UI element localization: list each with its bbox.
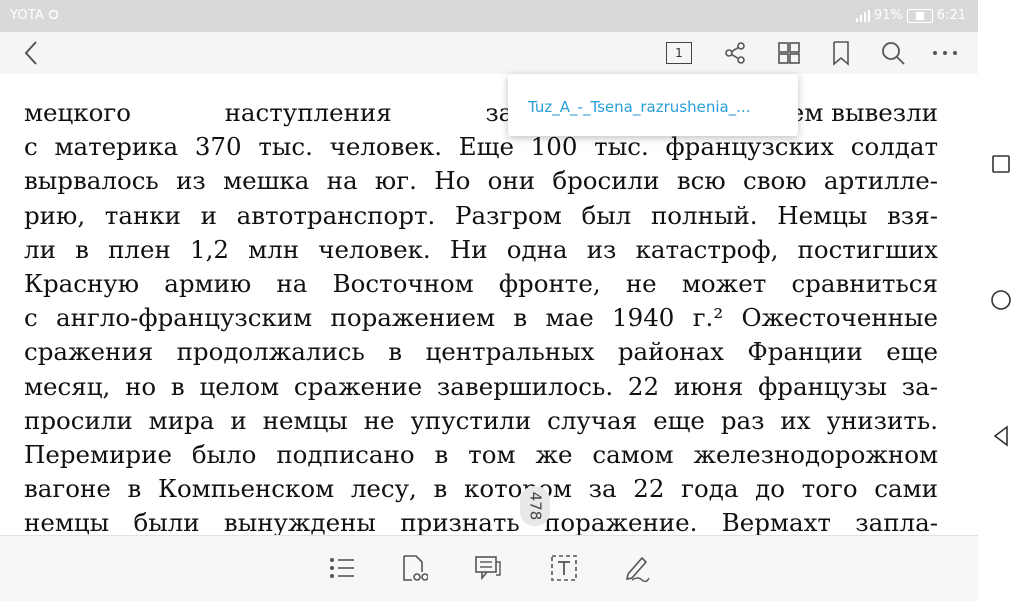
sync-icon [49,9,59,20]
text-line: с материка 370 тыс. человек. Еще 100 тыс… [24,132,938,162]
text-line: рию, танки и автотранспорт. Разгром был … [24,200,938,230]
page-number: 478 [525,491,544,521]
text-line: немцы были вынуждены признать поражение.… [24,508,938,535]
text-line: просили мира и немцы не упустили случая … [24,405,938,435]
page-indicator: 1 [666,42,692,64]
text-line: с англо-французским поражением в мае 194… [24,303,938,333]
text-line: Перемирие было подписано в том же самом … [24,440,938,470]
top-toolbar: 1 [0,32,978,74]
comment-icon[interactable] [472,552,504,584]
text-line: вырвалось из мешка на юг. Но они бросили… [24,166,938,196]
text-line: сражения продолжались в центральных райо… [24,337,938,367]
filename-popup[interactable]: Tuz_A_-_Tsena_razrushenia_... [508,74,798,136]
text-line: мецкого наступления за две неде м вывезл… [24,96,938,130]
carrier-label: YOTA [10,8,59,23]
system-nav-bar [978,0,1024,600]
text-line-tail: м вывезли [804,98,938,127]
document-icon[interactable] [398,552,430,584]
text-icon[interactable] [548,552,580,584]
recents-icon[interactable] [989,152,1013,176]
more-icon[interactable] [930,38,960,68]
bookmark-icon[interactable] [826,38,856,68]
carrier-name: YOTA [10,8,45,23]
page-number-badge[interactable]: 478 [520,486,550,526]
battery-percent: 91% [873,8,903,23]
nav-back-icon[interactable] [989,424,1013,448]
back-arrow-icon[interactable] [16,38,46,68]
text-line: ли в плен 1,2 млн человек. Ни одна из ка… [24,234,938,264]
battery-icon [906,8,933,23]
clock: 6:21 [936,8,966,23]
list-icon[interactable] [326,552,358,584]
status-right: 91% 6:21 [855,8,966,23]
text-line: вагоне в Компьенском лесу, в котором за … [24,474,938,504]
bottom-toolbar [0,535,978,601]
grid-icon[interactable] [774,38,804,68]
text-line: Красную армию на Восточном фронте, не мо… [24,269,938,299]
page-text: мецкого наступления за две неде м вывезл… [24,96,938,535]
share-icon[interactable] [720,38,750,68]
pen-icon[interactable] [620,552,652,584]
document-page[interactable]: мецкого наступления за две неде м вывезл… [0,74,978,535]
page-indicator-button[interactable]: 1 [664,38,694,68]
search-icon[interactable] [878,38,908,68]
status-bar: YOTA 91% 6:21 [0,0,978,32]
signal-icon [855,9,870,22]
filename-link[interactable]: Tuz_A_-_Tsena_razrushenia_... [528,98,751,116]
text-line: месяц, но в целом сражение завершилось. … [24,371,938,401]
home-icon[interactable] [989,288,1013,312]
